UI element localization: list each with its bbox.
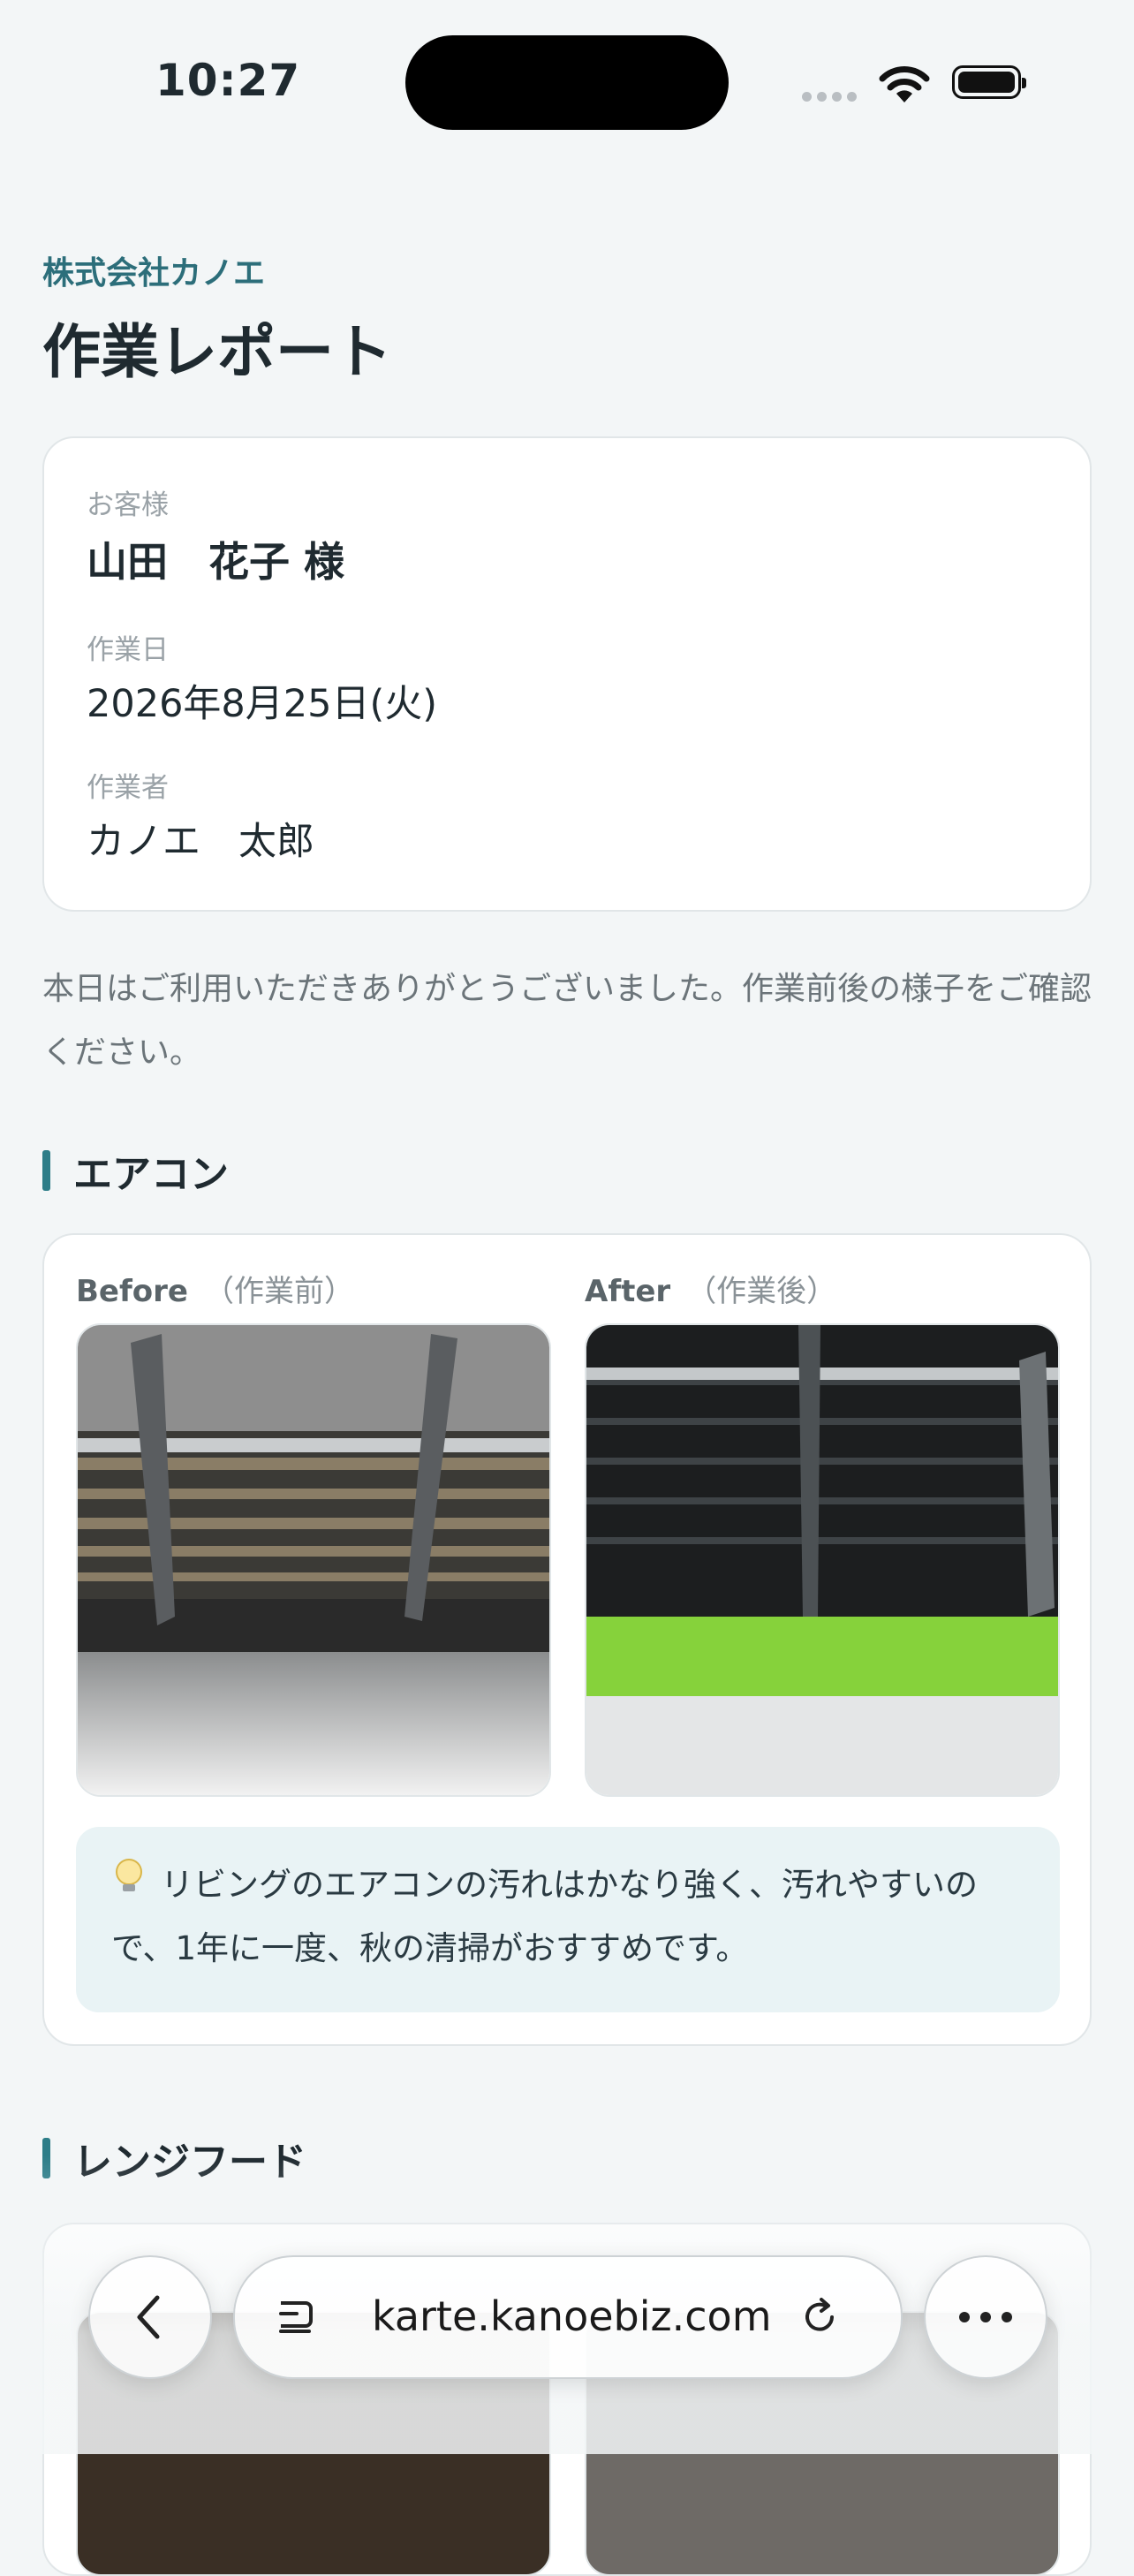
- status-time: 10:27: [155, 55, 301, 106]
- after-photo[interactable]: [585, 1323, 1060, 1797]
- more-button[interactable]: [924, 2255, 1047, 2379]
- battery-icon: [952, 65, 1026, 99]
- customer-value: 山田 花子 様: [87, 538, 345, 586]
- status-icons: [802, 60, 1028, 108]
- back-icon: [137, 2295, 160, 2339]
- address-bar[interactable]: karte.kanoebiz.com: [233, 2255, 903, 2379]
- before-photo[interactable]: [76, 1323, 551, 1797]
- section-accent-bar: [42, 1150, 50, 1191]
- customer-label: お客様: [87, 489, 169, 521]
- intro-text: 本日はご利用いただきありがとうございました。作業前後の様子をご確認ください。: [42, 971, 1092, 1071]
- lightbulb-icon: [111, 1853, 147, 1917]
- aircon-photo-card: Before （作業前） After （作業後） リビングのエアコンの汚れはかな…: [42, 1233, 1092, 2046]
- section-heading-aircon: エアコン: [42, 1150, 229, 1197]
- dynamic-island: [405, 35, 729, 130]
- date-value: 2026年8月25日(火): [87, 682, 438, 726]
- before-label: Before （作業前）: [76, 1267, 354, 1310]
- before-label-text: Before: [76, 1274, 188, 1309]
- signal-dots-icon: [802, 92, 857, 102]
- after-label-sub: （作業後）: [686, 1274, 837, 1309]
- worker-label: 作業者: [87, 772, 169, 804]
- info-card: お客様 山田 花子 様 作業日 2026年8月25日(火) 作業者 カノエ 太郎: [42, 436, 1092, 912]
- company-name: 株式会社カノエ: [42, 255, 266, 292]
- url-text: karte.kanoebiz.com: [372, 2292, 772, 2340]
- worker-value: カノエ 太郎: [87, 820, 314, 864]
- date-label: 作業日: [87, 634, 169, 666]
- wifi-icon: [879, 66, 930, 102]
- reload-icon[interactable]: [797, 2294, 843, 2340]
- page-title: 作業レポート: [42, 318, 392, 386]
- section-title: エアコン: [73, 1152, 229, 1197]
- before-label-sub: （作業前）: [203, 1274, 354, 1309]
- back-button[interactable]: [88, 2255, 212, 2379]
- after-label: After （作業後）: [585, 1267, 836, 1310]
- tabs-icon[interactable]: [274, 2294, 320, 2340]
- after-label-text: After: [585, 1274, 671, 1309]
- tip-box: リビングのエアコンの汚れはかなり強く、汚れやすいので、1年に一度、秋の清掃がおす…: [76, 1827, 1060, 2012]
- tip-text: リビングのエアコンの汚れはかなり強く、汚れやすいので、1年に一度、秋の清掃がおす…: [111, 1866, 978, 1967]
- more-icon: [959, 2312, 1012, 2322]
